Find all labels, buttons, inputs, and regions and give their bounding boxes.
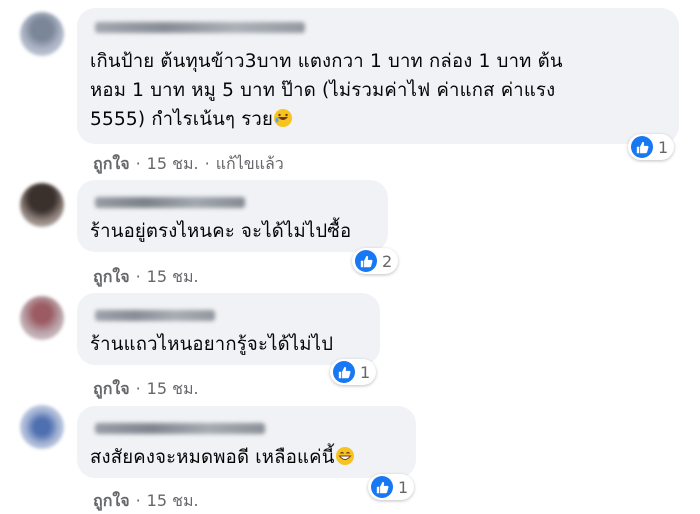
thumbs-up-icon (371, 476, 393, 498)
reaction-count[interactable]: 1 (628, 134, 675, 160)
timestamp[interactable]: 15 ชม. (147, 154, 199, 173)
comment-text: ร้านอยู่ตรงไหนคะ จะได้ไม่ไปซื้อ (90, 221, 352, 242)
like-link[interactable]: ถูกใจ (93, 267, 130, 286)
thumbs-up-icon (355, 250, 377, 272)
comment-bubble: สงสัยคงจะหมดพอดี เหลือแค่นี้ (77, 406, 416, 478)
comment-text: เกินป้าย ต้นทุนข้าว3บาท แตงกวา 1 บาท กล่… (90, 47, 675, 137)
reaction-count[interactable]: 1 (330, 359, 377, 385)
comment-text: ร้านแถวไหนอยากรู้จะได้ไม่ไป (90, 334, 334, 355)
comment-text: สงสัยคงจะหมดพอดี เหลือแค่นี้ (90, 443, 415, 475)
reaction-count[interactable]: 1 (368, 474, 415, 500)
comment-actions: ถูกใจ · 15 ชม. (93, 267, 199, 286)
comment-bubble: ร้านแถวไหนอยากรู้จะได้ไม่ไป (77, 293, 380, 365)
author-name[interactable] (95, 197, 245, 208)
comment-bubble: เกินป้าย ต้นทุนข้าว3บาท แตงกวา 1 บาท กล่… (77, 8, 679, 144)
comment-actions: ถูกใจ · 15 ชม. · แก้ไขแล้ว (93, 154, 284, 173)
avatar[interactable] (20, 183, 64, 227)
comment-actions: ถูกใจ · 15 ชม. (93, 491, 199, 510)
thumbs-up-icon (631, 136, 653, 158)
comment-actions: ถูกใจ · 15 ชม. (93, 379, 199, 398)
timestamp[interactable]: 15 ชม. (147, 267, 199, 286)
avatar[interactable] (20, 405, 64, 449)
author-name[interactable] (95, 22, 305, 33)
thumbs-up-icon (333, 361, 355, 383)
grin-emoji (335, 446, 355, 475)
rofl-emoji (273, 108, 293, 137)
edited-label[interactable]: แก้ไขแล้ว (216, 154, 284, 173)
reaction-count[interactable]: 2 (352, 248, 399, 274)
like-link[interactable]: ถูกใจ (93, 154, 130, 173)
author-name[interactable] (95, 310, 215, 321)
timestamp[interactable]: 15 ชม. (147, 491, 199, 510)
timestamp[interactable]: 15 ชม. (147, 379, 199, 398)
like-link[interactable]: ถูกใจ (93, 491, 130, 510)
avatar[interactable] (20, 12, 64, 56)
like-link[interactable]: ถูกใจ (93, 379, 130, 398)
author-name[interactable] (95, 423, 265, 434)
comment-bubble: ร้านอยู่ตรงไหนคะ จะได้ไม่ไปซื้อ (77, 180, 388, 252)
avatar[interactable] (20, 296, 64, 340)
